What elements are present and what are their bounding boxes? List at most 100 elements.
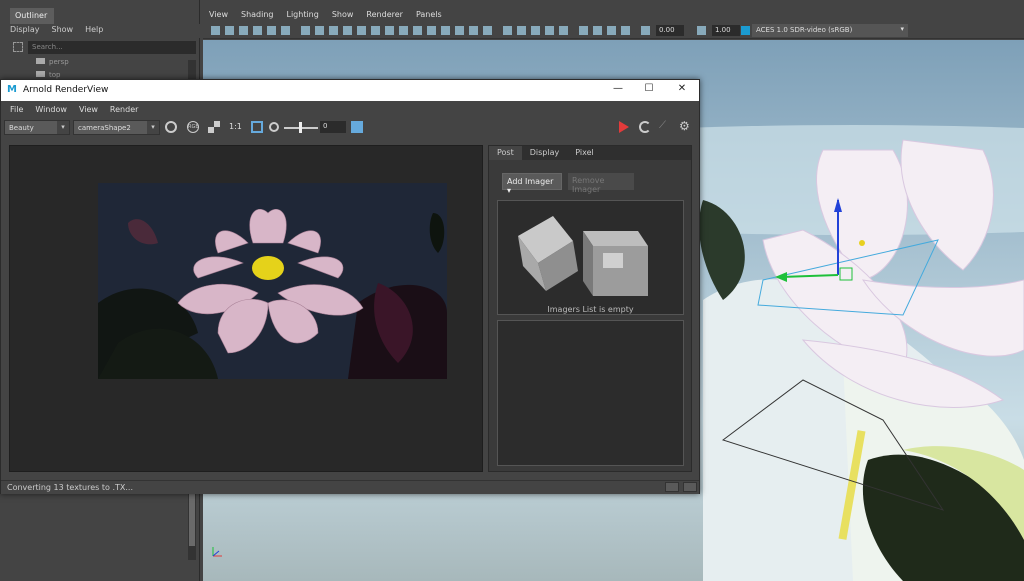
camera-attributes-icon[interactable]: [225, 26, 234, 35]
outliner-menu: Display Show Help: [0, 24, 200, 38]
viewport-menu-shading[interactable]: Shading: [241, 10, 274, 23]
menu-view[interactable]: View: [79, 105, 98, 114]
renderview-menu: File Window View Render: [1, 102, 699, 116]
smooth-shade-icon[interactable]: [413, 26, 422, 35]
viewport-menu-show[interactable]: Show: [332, 10, 354, 23]
stop-render-icon[interactable]: [619, 121, 629, 133]
grid-icon[interactable]: [301, 26, 310, 35]
lights-icon[interactable]: [483, 26, 492, 35]
view-transform-value: ACES 1.0 SDR-video (sRGB): [756, 26, 853, 34]
bookmark-icon[interactable]: [239, 26, 248, 35]
outliner-item-top[interactable]: top: [36, 71, 60, 79]
save-image-icon[interactable]: [351, 121, 363, 133]
color-management-icon[interactable]: [741, 26, 750, 35]
close-icon[interactable]: ✕: [675, 83, 689, 97]
chevron-down-icon[interactable]: [683, 482, 697, 492]
depth-of-field-icon[interactable]: [559, 26, 568, 35]
refresh-render-icon[interactable]: [639, 121, 651, 133]
film-gate-icon[interactable]: [315, 26, 324, 35]
field-chart-icon[interactable]: [357, 26, 366, 35]
textured-icon[interactable]: [455, 26, 464, 35]
empty-box-icon: [518, 216, 648, 296]
viewport-menu-renderer[interactable]: Renderer: [366, 10, 403, 23]
outliner-item-persp[interactable]: persp: [36, 58, 69, 66]
maximize-icon[interactable]: ☐: [642, 83, 656, 97]
shadows-icon[interactable]: [503, 26, 512, 35]
tab-post[interactable]: Post: [489, 146, 522, 160]
motion-blur-icon[interactable]: [531, 26, 540, 35]
gamma-icon[interactable]: [697, 26, 706, 35]
checker-icon[interactable]: [208, 121, 220, 133]
chevron-down-icon: ▾: [507, 186, 512, 195]
gamma-field[interactable]: 1.00: [712, 25, 740, 36]
anti-aliasing-icon[interactable]: [545, 26, 554, 35]
outliner-tab[interactable]: Outliner: [10, 8, 54, 24]
menu-file[interactable]: File: [10, 105, 23, 114]
exposure-slider-handle[interactable]: [299, 122, 302, 133]
grease-pencil-icon[interactable]: [281, 26, 290, 35]
region-render-icon[interactable]: [165, 121, 177, 133]
xray-icon[interactable]: [469, 26, 478, 35]
imagers-list: Imagers List is empty: [497, 200, 684, 315]
viewport-menu-view[interactable]: View: [209, 10, 228, 23]
minimize-icon[interactable]: —: [611, 83, 625, 97]
menu-window[interactable]: Window: [35, 105, 67, 114]
exposure-field[interactable]: 0.00: [656, 25, 684, 36]
tab-display[interactable]: Display: [522, 146, 568, 160]
view-transform-select[interactable]: ACES 1.0 SDR-video (sRGB) ▾: [752, 24, 908, 37]
imager-panel: Post Display Pixel Add Imager ▾ Remove I…: [488, 145, 692, 472]
aov-value: Beauty: [9, 124, 34, 132]
viewport-menu-lighting[interactable]: Lighting: [286, 10, 318, 23]
camera-value: cameraShape2: [78, 124, 131, 132]
selection-filter-icon[interactable]: [13, 42, 23, 52]
remove-imager-button[interactable]: Remove Imager: [568, 173, 634, 194]
snapshot-icon[interactable]: [665, 482, 679, 492]
safe-action-icon[interactable]: [371, 26, 380, 35]
heads-up-icon[interactable]: [621, 26, 630, 35]
safe-title-icon[interactable]: [385, 26, 394, 35]
viewport-menu-panels[interactable]: Panels: [416, 10, 442, 23]
outliner-item-label: persp: [49, 58, 69, 66]
crop-region-icon[interactable]: [251, 121, 263, 133]
outliner-scroll-thumb[interactable]: [189, 493, 195, 546]
two-d-pan-icon[interactable]: [267, 26, 276, 35]
exposure-icon[interactable]: [641, 26, 650, 35]
add-imager-button[interactable]: Add Imager ▾: [502, 173, 562, 195]
camera-icon: [36, 71, 45, 77]
select-camera-icon[interactable]: [211, 26, 220, 35]
render-canvas[interactable]: [9, 145, 483, 472]
camera-icon: [36, 58, 45, 64]
imagers-empty-text: Imagers List is empty: [547, 305, 634, 314]
image-plane-icon[interactable]: [253, 26, 262, 35]
imager-properties: [497, 320, 684, 466]
resolution-gate-icon[interactable]: [329, 26, 338, 35]
wireframe-on-shaded-icon[interactable]: [441, 26, 450, 35]
ratio-label[interactable]: 1:1: [229, 122, 242, 131]
tab-pixel[interactable]: Pixel: [567, 146, 602, 160]
outliner-menu-display[interactable]: Display: [10, 25, 40, 37]
outliner-menu-help[interactable]: Help: [85, 25, 103, 37]
use-default-material-icon[interactable]: [427, 26, 436, 35]
outliner-menu-show[interactable]: Show: [52, 25, 74, 37]
ambient-occlusion-icon[interactable]: [517, 26, 526, 35]
camera-select[interactable]: cameraShape2 ▾: [73, 120, 160, 135]
xray-joints-icon[interactable]: [593, 26, 602, 35]
renderview-title-bar[interactable]: M Arnold RenderView — ☐ ✕: [1, 80, 699, 101]
axis-gizmo-icon: [210, 545, 224, 559]
outliner-search-input[interactable]: Search...: [28, 41, 196, 54]
rgba-channel-icon[interactable]: RGB: [187, 121, 199, 133]
chevron-down-icon: ▾: [57, 121, 69, 134]
renderview-window: M Arnold RenderView — ☐ ✕ File Window Vi…: [0, 79, 700, 494]
isolate-select-icon[interactable]: [579, 26, 588, 35]
exposure-icon[interactable]: [269, 122, 279, 132]
renderview-toolbar: Beauty ▾ cameraShape2 ▾ RGB 1:1 0 ⟋ ⚙: [1, 117, 699, 137]
viewport-menu: View Shading Lighting Show Renderer Pane…: [203, 10, 1024, 23]
gate-mask-icon[interactable]: [343, 26, 352, 35]
wireframe-icon[interactable]: [399, 26, 408, 35]
gear-icon[interactable]: ⚙: [679, 119, 690, 133]
xray-active-icon[interactable]: [607, 26, 616, 35]
menu-render[interactable]: Render: [110, 105, 138, 114]
exposure-value-field[interactable]: 0: [320, 121, 346, 133]
ipr-disabled-icon[interactable]: ⟋: [659, 120, 666, 131]
aov-select[interactable]: Beauty ▾: [4, 120, 70, 135]
